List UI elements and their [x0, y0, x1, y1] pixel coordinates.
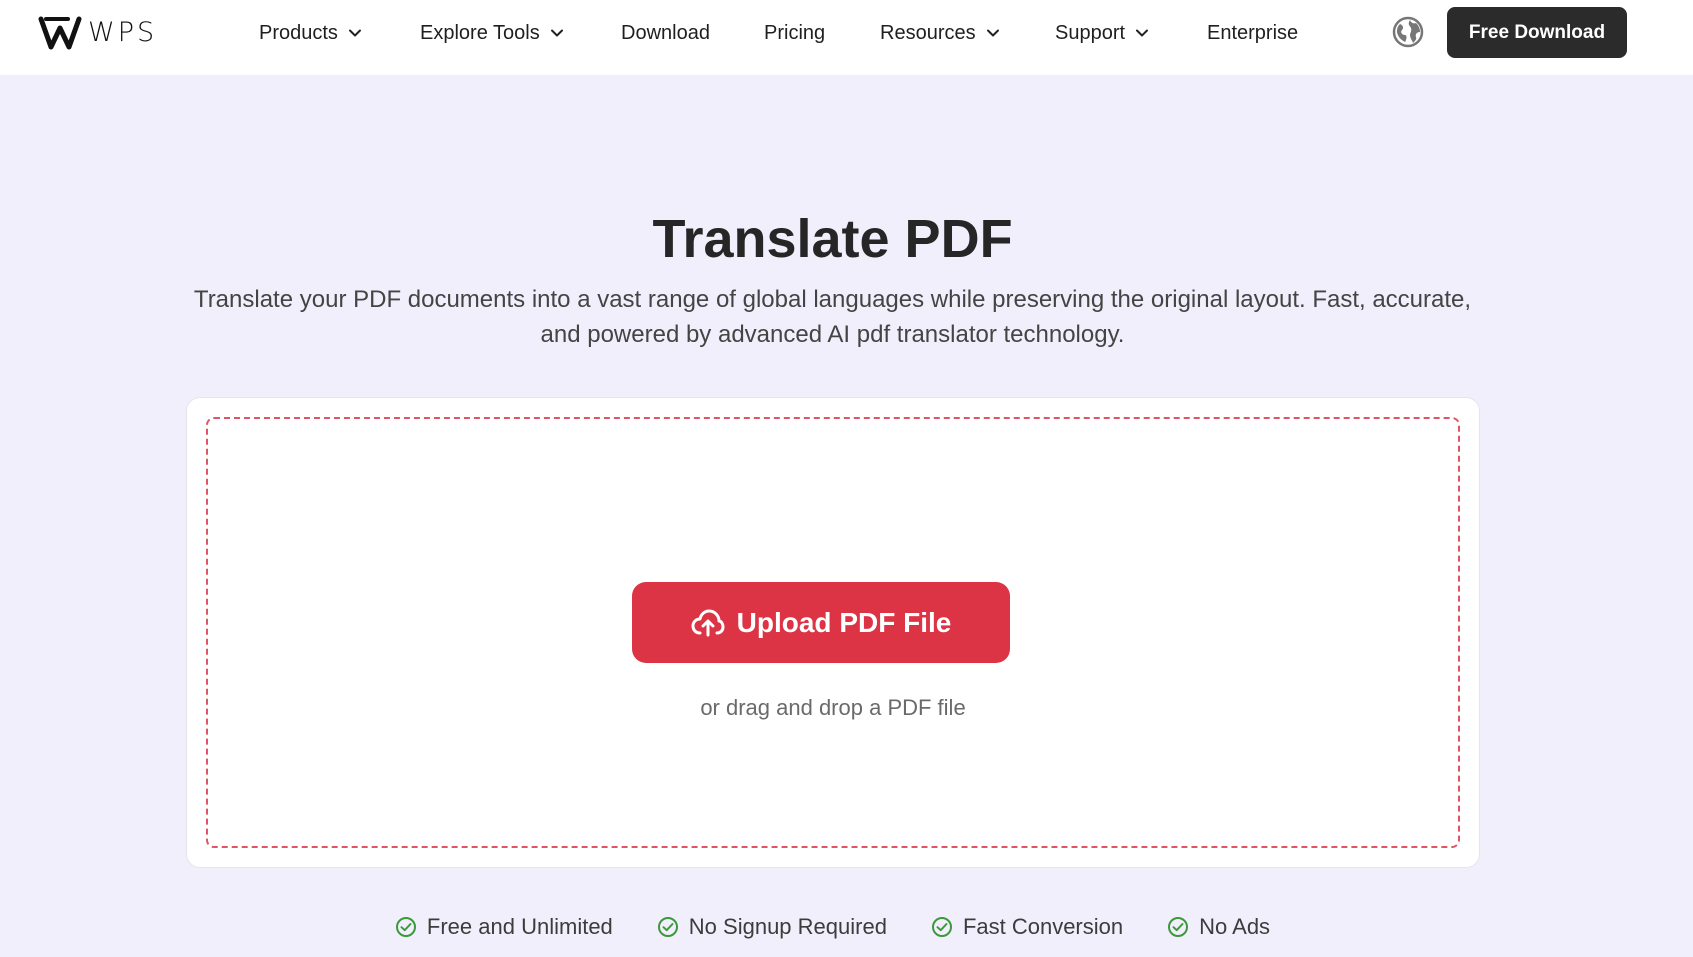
nav-label: Explore Tools: [420, 21, 540, 44]
feature-label: No Ads: [1199, 914, 1271, 939]
check-circle-icon: [1168, 917, 1189, 937]
check-circle-icon: [395, 917, 416, 937]
nav-explore-tools[interactable]: Explore Tools: [420, 20, 564, 46]
globe-icon[interactable]: [1392, 16, 1424, 48]
feature-label: Free and Unlimited: [426, 914, 613, 939]
page-subtitle: Translate your PDF documents into a vast…: [193, 286, 1472, 348]
wps-logo-icon: [38, 16, 82, 50]
drag-drop-hint: or drag and drop a PDF file: [700, 695, 966, 720]
nav-resources[interactable]: Resources: [880, 20, 1000, 46]
feature-list: Free and Unlimited No Signup Required Fa…: [0, 914, 1665, 940]
nav-label: Resources: [880, 21, 976, 44]
nav-products[interactable]: Products: [259, 20, 362, 46]
drop-zone[interactable]: Upload PDF File or drag and drop a PDF f…: [206, 417, 1460, 848]
feature-item: No Signup Required: [657, 914, 887, 940]
upload-button-label: Upload PDF File: [736, 606, 952, 638]
feature-item: Free and Unlimited: [395, 914, 613, 940]
nav-label: Products: [259, 21, 338, 44]
nav-download[interactable]: Download: [621, 20, 710, 46]
site-header: WPS Products Explore Tools Download Pric…: [0, 0, 1693, 75]
nav-label: Enterprise: [1207, 21, 1299, 44]
nav-label: Download: [621, 21, 710, 44]
upload-card: Upload PDF File or drag and drop a PDF f…: [186, 397, 1480, 868]
nav-label: Pricing: [764, 21, 826, 44]
check-circle-icon: [657, 917, 678, 937]
nav-label: Support: [1055, 21, 1126, 44]
chevron-down-icon: [986, 29, 999, 37]
chevron-down-icon: [1136, 29, 1149, 37]
feature-label: No Signup Required: [688, 914, 887, 939]
page-title: Translate PDF: [652, 209, 1013, 269]
chevron-down-icon: [348, 29, 361, 37]
nav-enterprise[interactable]: Enterprise: [1207, 20, 1298, 46]
chevron-down-icon: [550, 29, 563, 37]
logo-text: WPS: [88, 17, 158, 48]
wps-logo[interactable]: WPS: [38, 15, 157, 51]
feature-item: No Ads: [1167, 914, 1270, 940]
nav-pricing[interactable]: Pricing: [764, 20, 825, 46]
upload-pdf-button[interactable]: Upload PDF File: [632, 582, 1010, 663]
feature-item: Fast Conversion: [931, 914, 1123, 940]
free-download-button[interactable]: Free Download: [1447, 7, 1627, 58]
cloud-upload-icon: [691, 609, 725, 636]
nav-support[interactable]: Support: [1055, 20, 1149, 46]
feature-label: Fast Conversion: [962, 914, 1124, 939]
check-circle-icon: [931, 917, 952, 937]
